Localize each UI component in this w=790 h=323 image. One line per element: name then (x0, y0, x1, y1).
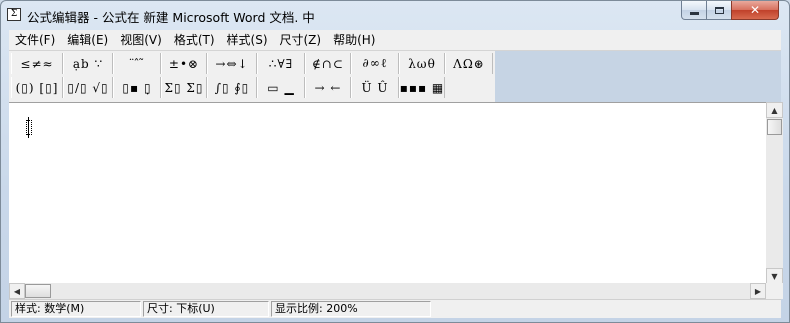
template-palette-row: (▯) [▯] ▯/▯ √▯ ▯▪ ▯̣ Σ▯ Σ▯ ∫▯ ∮▯ ▭ ▁ → ←… (11, 77, 445, 100)
close-icon: ✕ (749, 3, 761, 17)
summation-templates-icon[interactable]: Σ▯ Σ▯ (161, 77, 207, 98)
equation-editor-app-icon[interactable]: Σ (7, 8, 21, 21)
status-size: 尺寸: 下标(U) (143, 301, 269, 317)
embellishments-icon[interactable]: ¨ ̂ ̃ (113, 53, 161, 74)
menu-edit[interactable]: 编辑(E) (61, 30, 114, 50)
set-theory-symbols-icon[interactable]: ∉∩⊂ (305, 53, 351, 74)
symbol-palette-row: ≤≠≈ ạb ∵ ¨ ̂ ̃ ±•⊗ →⇔↓ ∴∀∃ ∉∩⊂ ∂∞ℓ λωθ Λ… (11, 53, 493, 76)
toolbar-area: ≤≠≈ ạb ∵ ¨ ̂ ̃ ±•⊗ →⇔↓ ∴∀∃ ∉∩⊂ ∂∞ℓ λωθ Λ… (9, 51, 781, 102)
menu-help[interactable]: 帮助(H) (327, 30, 381, 50)
underbar-overbar-templates-icon[interactable]: ▭ ▁ (257, 77, 305, 98)
scrollbar-corner (766, 283, 783, 299)
fraction-radical-templates-icon[interactable]: ▯/▯ √▯ (63, 77, 113, 98)
horizontal-scroll-thumb[interactable] (25, 284, 51, 298)
menu-format[interactable]: 格式(T) (168, 30, 221, 50)
maximize-button[interactable] (706, 1, 732, 20)
miscellaneous-symbols-icon[interactable]: ∂∞ℓ (351, 53, 399, 74)
arrow-up-icon: ▲ (771, 105, 778, 115)
arrow-right-icon: ▶ (754, 286, 762, 296)
vertical-scroll-thumb[interactable] (767, 119, 782, 135)
scroll-up-button[interactable]: ▲ (766, 102, 783, 118)
greek-lowercase-icon[interactable]: λωθ (399, 53, 445, 74)
equation-editing-area[interactable] (9, 102, 766, 284)
scroll-down-button[interactable]: ▼ (766, 268, 783, 284)
products-set-theory-templates-icon[interactable]: Ü Û (351, 77, 399, 98)
insertion-cursor (28, 117, 29, 138)
status-zoom: 显示比例: 200% (271, 301, 431, 317)
equation-toolbar: ≤≠≈ ạb ∵ ¨ ̂ ̃ ±•⊗ →⇔↓ ∴∀∃ ∉∩⊂ ∂∞ℓ λωθ Λ… (9, 51, 495, 102)
menu-style[interactable]: 样式(S) (221, 30, 274, 50)
menu-size[interactable]: 尺寸(Z) (274, 30, 328, 50)
status-style: 样式: 数学(M) (11, 301, 141, 317)
menu-file[interactable]: 文件(F) (9, 30, 61, 50)
minimize-icon (689, 12, 699, 15)
operator-symbols-icon[interactable]: ±•⊗ (161, 53, 207, 74)
integral-templates-icon[interactable]: ∫▯ ∮▯ (207, 77, 257, 98)
arrow-left-icon: ◀ (13, 286, 21, 296)
arrow-down-icon: ▼ (771, 271, 778, 281)
title-bar[interactable]: Σ 公式编辑器 - 公式在 新建 Microsoft Word 文档. 中 ✕ (1, 1, 789, 29)
vertical-scrollbar[interactable]: ▲ ▼ (766, 102, 783, 284)
maximize-icon (714, 6, 724, 14)
horizontal-scrollbar[interactable]: ◀ ▶ (9, 283, 766, 299)
relational-symbols-icon[interactable]: ≤≠≈ (11, 53, 63, 74)
labeled-arrow-templates-icon[interactable]: → ← (305, 77, 351, 98)
subscript-superscript-templates-icon[interactable]: ▯▪ ▯̣ (113, 77, 161, 98)
logical-symbols-icon[interactable]: ∴∀∃ (257, 53, 305, 74)
arrow-symbols-icon[interactable]: →⇔↓ (207, 53, 257, 74)
close-button[interactable]: ✕ (731, 1, 779, 20)
menu-bar: 文件(F) 编辑(E) 视图(V) 格式(T) 样式(S) 尺寸(Z) 帮助(H… (9, 30, 781, 51)
greek-uppercase-icon[interactable]: ΛΩ⊛ (445, 53, 493, 74)
matrix-templates-icon[interactable]: ▪▪▪ ▦ (399, 77, 445, 98)
scroll-left-button[interactable]: ◀ (9, 283, 25, 299)
scroll-right-button[interactable]: ▶ (750, 283, 766, 299)
menu-view[interactable]: 视图(V) (114, 30, 168, 50)
equation-editor-window: Σ 公式编辑器 - 公式在 新建 Microsoft Word 文档. 中 ✕ … (0, 0, 790, 323)
spaces-and-ellipses-icon[interactable]: ạb ∵ (63, 53, 113, 74)
fence-templates-icon[interactable]: (▯) [▯] (11, 77, 63, 98)
minimize-button[interactable] (681, 1, 707, 20)
empty-slot[interactable] (26, 120, 32, 135)
status-bar: 样式: 数学(M) 尺寸: 下标(U) 显示比例: 200% (9, 299, 781, 318)
window-title: 公式编辑器 - 公式在 新建 Microsoft Word 文档. 中 (27, 10, 315, 25)
